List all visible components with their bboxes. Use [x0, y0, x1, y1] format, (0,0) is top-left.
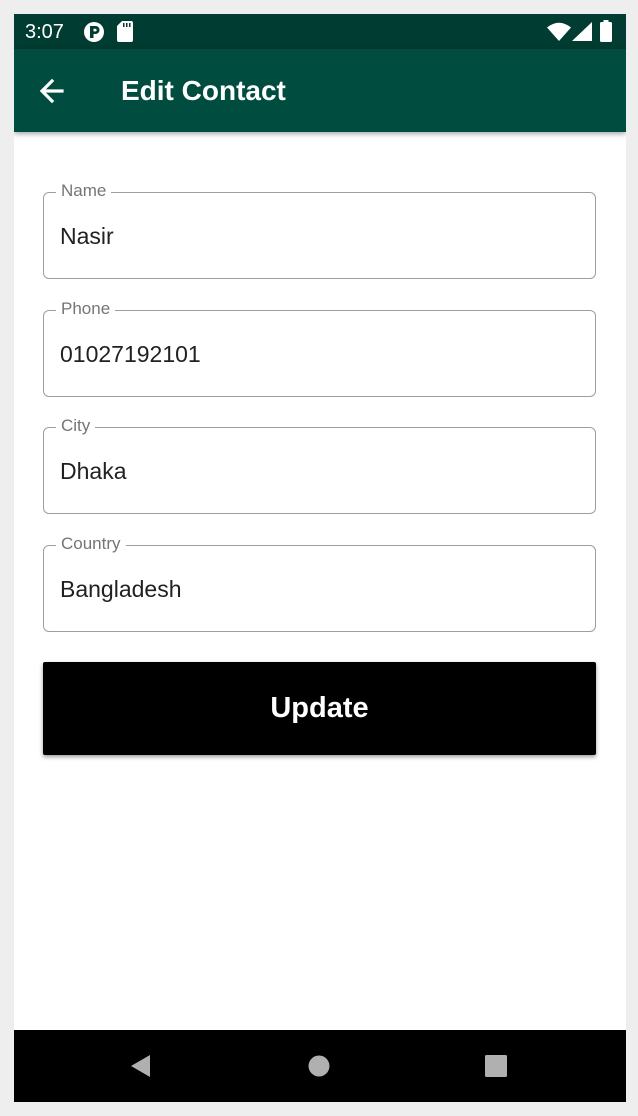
page-title: Edit Contact: [121, 75, 286, 106]
country-field[interactable]: Country: [43, 533, 596, 632]
name-input[interactable]: [60, 219, 560, 253]
country-input[interactable]: [60, 572, 560, 606]
battery-icon: [600, 20, 612, 42]
signal-icon: [572, 22, 592, 41]
name-field-label: Name: [56, 180, 112, 202]
status-bar: 3:07: [14, 14, 626, 49]
nav-recents-button[interactable]: [476, 1046, 516, 1086]
arrow-back-icon: [39, 78, 64, 104]
recents-square-icon: [485, 1055, 507, 1077]
wifi-icon: [547, 22, 571, 41]
city-input[interactable]: [60, 454, 560, 488]
phone-screen: 3:07 Edit Contact Name Nasir Phone 01027…: [14, 14, 626, 1102]
back-button[interactable]: [30, 69, 74, 113]
notification-p-icon: [84, 22, 104, 42]
back-triangle-icon: [131, 1055, 150, 1077]
phone-field[interactable]: Phone: [43, 298, 596, 397]
home-circle-icon: [308, 1055, 330, 1077]
system-nav-bar: [14, 1030, 626, 1102]
status-time: 3:07: [25, 21, 64, 43]
city-field[interactable]: City: [43, 415, 596, 514]
city-field-label: City: [56, 415, 96, 437]
nav-home-button[interactable]: [299, 1046, 339, 1086]
app-bar: Edit Contact: [14, 49, 626, 132]
name-field[interactable]: Name: [43, 180, 596, 279]
nav-back-button[interactable]: [121, 1046, 161, 1086]
sd-card-icon: [117, 21, 133, 42]
update-button[interactable]: Update: [43, 662, 596, 755]
country-field-label: Country: [56, 533, 126, 555]
phone-field-label: Phone: [56, 298, 116, 320]
phone-input[interactable]: [60, 337, 560, 371]
